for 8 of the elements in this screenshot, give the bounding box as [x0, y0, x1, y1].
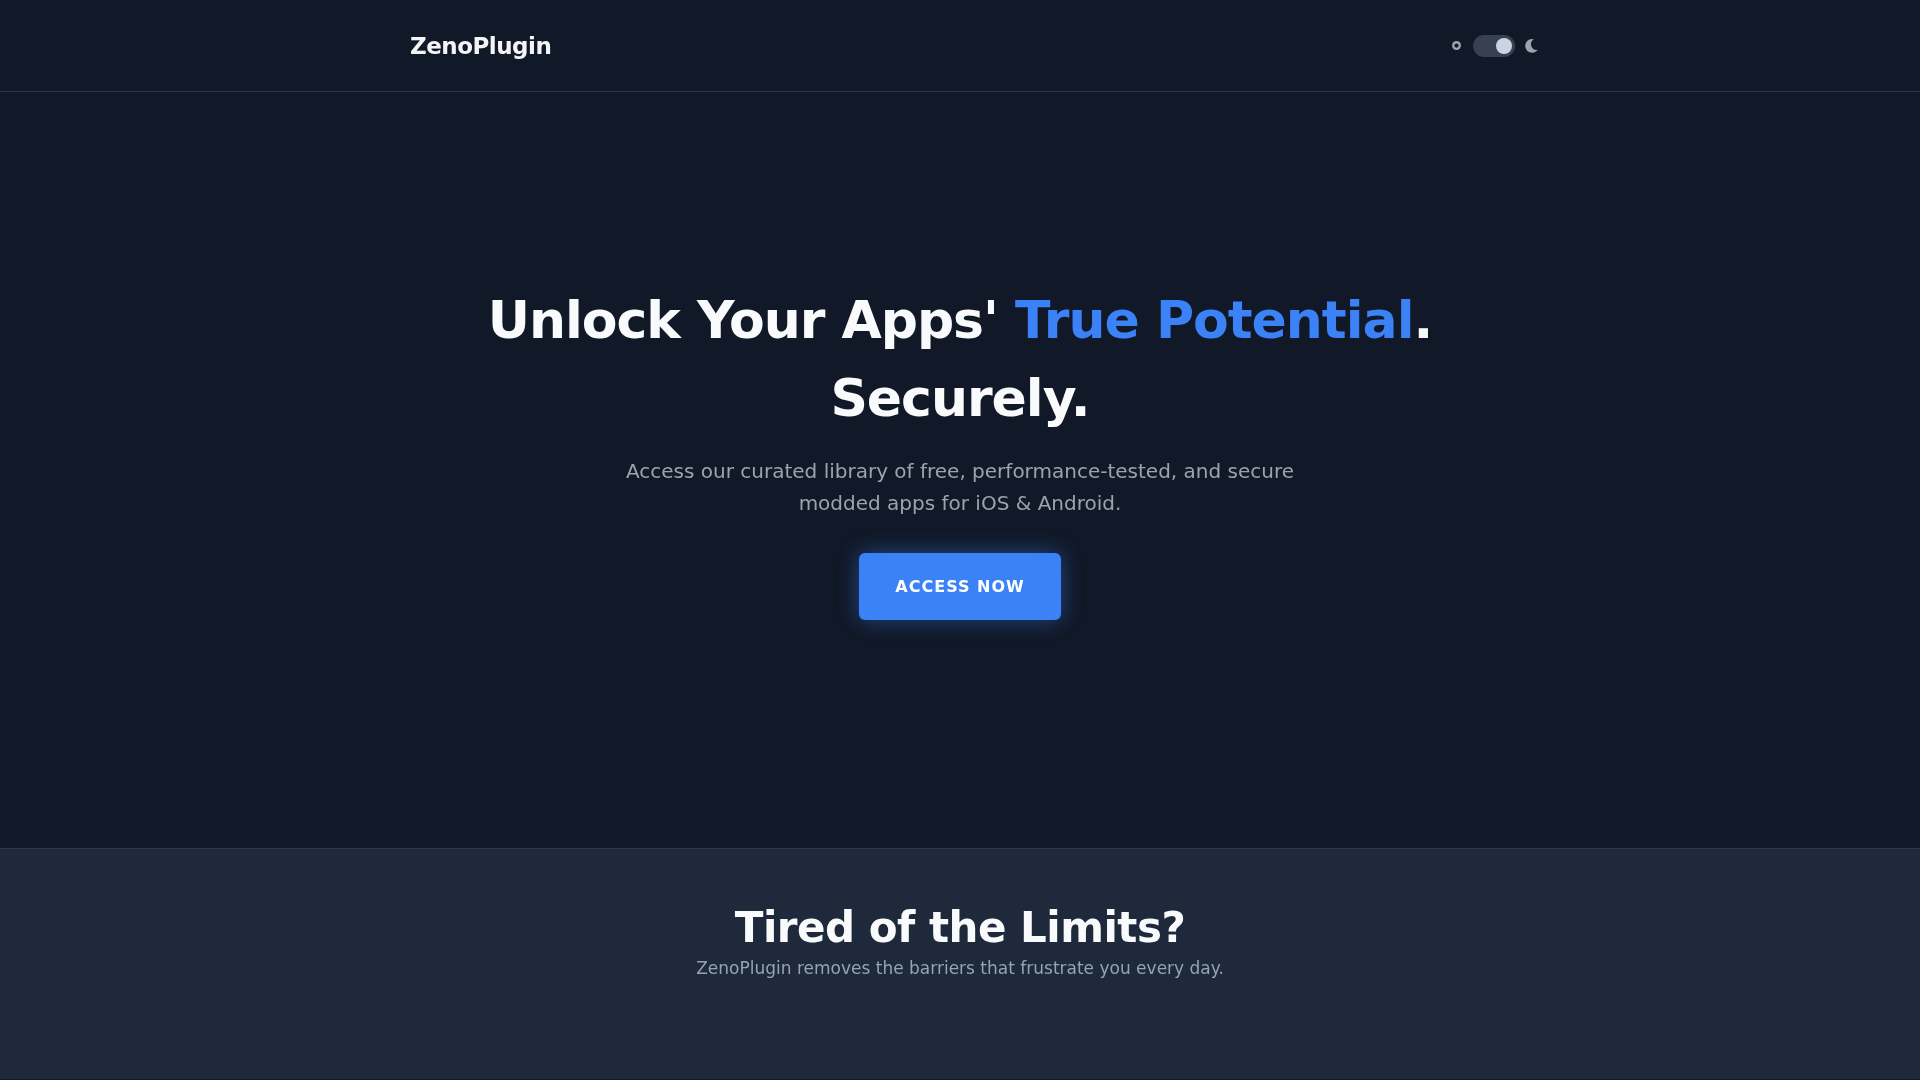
hero-subtitle: Access our curated library of free, performance-tested, and secure modded apps for iOS & Android. [624, 457, 1295, 517]
section-title: Tired of the Limits? [734, 903, 1186, 952]
section-subtitle: ZenoPlugin removes the barriers that frustrate you every day. [696, 958, 1224, 978]
theme-toggle[interactable] [1473, 34, 1515, 57]
hero-title: Unlock Your Apps' True Potential. Securely. [487, 288, 1433, 430]
moon-icon [1523, 37, 1540, 54]
access-now-button[interactable]: ACCESS NOW [859, 552, 1061, 620]
logo[interactable]: ZenoPlugin [410, 32, 552, 59]
